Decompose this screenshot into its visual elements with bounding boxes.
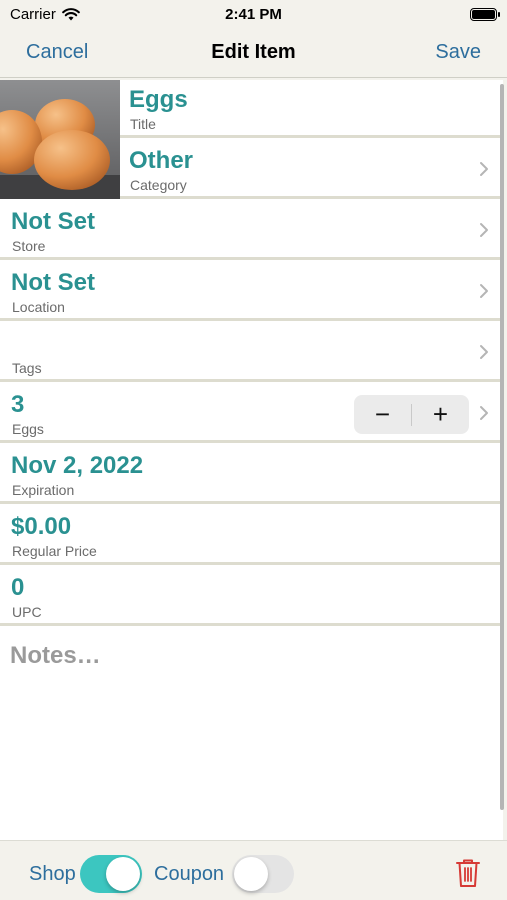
status-bar: Carrier 2:41 PM — [0, 0, 507, 28]
price-row[interactable]: $0.00 Regular Price — [0, 507, 503, 565]
location-value: Not Set — [11, 269, 95, 296]
title-label: Title — [130, 116, 156, 132]
tags-row[interactable]: Tags — [0, 324, 503, 382]
expiration-value: Nov 2, 2022 — [11, 452, 144, 479]
title-value: Eggs — [129, 86, 188, 113]
quantity-row: 3 Eggs − + — [0, 385, 503, 443]
eggs-photo — [0, 80, 120, 199]
chevron-right-icon — [480, 345, 488, 359]
chevron-right-icon[interactable] — [479, 405, 489, 421]
expiration-label: Expiration — [12, 482, 75, 498]
price-value: $0.00 — [11, 513, 72, 540]
coupon-label: Coupon — [154, 863, 225, 885]
nav-bar: Cancel Edit Item Save — [0, 28, 507, 78]
notes-placeholder: Notes… — [10, 642, 101, 669]
store-row[interactable]: Not Set Store — [0, 202, 503, 260]
upc-label: UPC — [12, 604, 42, 620]
title-row[interactable]: Eggs Title — [120, 80, 503, 138]
scrollbar[interactable] — [500, 84, 504, 810]
price-label: Regular Price — [12, 543, 97, 559]
quantity-value: 3 — [11, 391, 25, 418]
store-label: Store — [12, 238, 46, 254]
category-value: Other — [129, 147, 194, 174]
upc-value: 0 — [11, 574, 25, 601]
notes-field[interactable]: Notes… — [0, 630, 503, 840]
bottom-toolbar: Shop Coupon — [0, 840, 507, 900]
category-row[interactable]: Other Category — [120, 141, 503, 199]
upc-row[interactable]: 0 UPC — [0, 568, 503, 626]
quantity-stepper: − + — [354, 395, 469, 434]
chevron-right-icon — [480, 162, 488, 176]
trash-icon[interactable] — [455, 858, 481, 888]
location-row[interactable]: Not Set Location — [0, 263, 503, 321]
item-photo[interactable] — [0, 80, 120, 199]
chevron-right-icon — [480, 223, 488, 237]
toggle-knob — [234, 857, 268, 891]
tags-label: Tags — [12, 360, 42, 376]
toggle-knob — [106, 857, 140, 891]
cancel-button[interactable]: Cancel — [26, 41, 88, 64]
coupon-toggle[interactable] — [232, 855, 294, 893]
quantity-unit-label: Eggs — [12, 421, 44, 437]
chevron-right-icon — [480, 284, 488, 298]
item-form: Eggs Title Other Category Not Set Store … — [0, 80, 503, 630]
shop-label: Shop — [29, 863, 76, 885]
category-label: Category — [130, 177, 187, 193]
save-button[interactable]: Save — [435, 41, 481, 64]
battery-icon — [470, 7, 500, 21]
decrement-button[interactable]: − — [354, 395, 411, 434]
expiration-row[interactable]: Nov 2, 2022 Expiration — [0, 446, 503, 504]
shop-toggle[interactable] — [80, 855, 142, 893]
increment-button[interactable]: + — [412, 395, 469, 434]
store-value: Not Set — [11, 208, 95, 235]
location-label: Location — [12, 299, 65, 315]
status-time: 2:41 PM — [225, 5, 282, 23]
